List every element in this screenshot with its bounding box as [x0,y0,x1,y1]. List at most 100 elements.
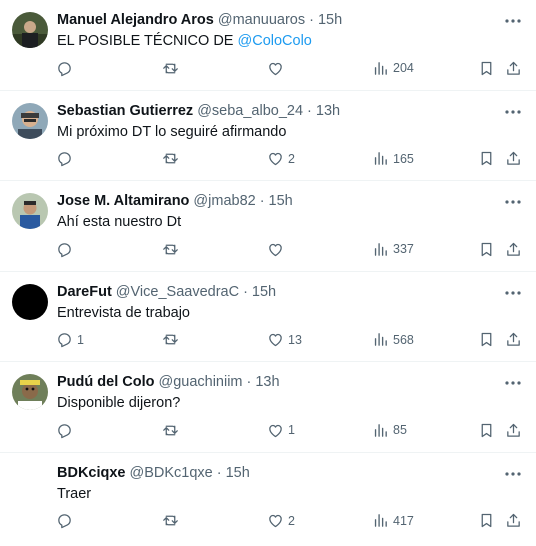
like-button[interactable] [267,239,288,259]
avatar[interactable] [12,374,48,410]
bookmark-icon [481,242,492,256]
more-options-button[interactable] [504,284,522,302]
reply-button[interactable] [56,420,77,440]
tweet-text-body: Traer [57,485,92,502]
more-options-button[interactable] [504,193,522,211]
author-handle[interactable]: @Vice_SaavedraC [116,283,239,301]
tweet[interactable]: BDKciqxe @BDKc1qxe · 15h Traer 2 417 [0,453,536,544]
reply-button[interactable] [56,58,77,78]
more-options-button[interactable] [504,465,522,483]
views-button[interactable]: 568 [372,330,414,350]
author-name[interactable]: Manuel Alejandro Aros [57,11,214,29]
repost-button[interactable] [162,511,183,531]
reply-button[interactable] [56,149,77,169]
separator-dot: · [259,193,265,209]
bookmark-button[interactable] [478,511,495,531]
tweet[interactable]: DareFut @Vice_SaavedraC · 15h Entrevista… [0,272,536,362]
like-count: 13 [288,332,302,347]
more-icon [505,381,521,385]
reply-button[interactable] [56,239,77,259]
like-icon [269,62,282,75]
bookmark-button[interactable] [478,330,495,350]
avatar[interactable] [12,283,48,320]
bookmark-button[interactable] [478,239,495,259]
reply-icon [58,242,71,257]
tweet-feed: Manuel Alejandro Aros @manuuaros · 15h E… [0,0,536,546]
tweet[interactable]: Jose M. Altamirano @jmab82 · 15h Ahí est… [0,181,536,272]
reply-icon [58,333,71,348]
bookmark-button[interactable] [478,149,495,169]
tweet-text: Disponible dijeron? [57,394,522,413]
author-name[interactable]: Sebastian Gutierrez [57,102,193,120]
share-button[interactable] [505,58,522,78]
views-button[interactable]: 204 [372,58,414,78]
share-button[interactable] [505,149,522,169]
avatar[interactable] [12,193,48,229]
mention-link[interactable]: @ColoColo [238,33,312,49]
tweet[interactable]: Sebastian Gutierrez @seba_albo_24 · 13h … [0,91,536,181]
reply-icon [58,514,71,529]
share-button[interactable] [505,420,522,440]
view-count: 417 [393,513,414,528]
more-icon [505,471,521,476]
timestamp[interactable]: 15h [318,11,342,29]
views-button[interactable]: 337 [372,239,414,259]
repost-icon [163,244,178,254]
tweet-text: Traer [57,485,522,504]
avatar[interactable] [12,12,48,48]
like-button[interactable]: 13 [267,330,302,350]
repost-button[interactable] [162,149,183,169]
author-name[interactable]: Jose M. Altamirano [57,192,189,210]
author-name[interactable]: BDKciqxe [57,464,126,482]
more-icon [505,200,521,204]
share-icon [507,513,520,527]
like-count: 2 [288,513,295,528]
views-icon [374,152,387,165]
tweet[interactable]: Manuel Alejandro Aros @manuuaros · 15h E… [0,0,536,91]
like-button[interactable]: 2 [267,149,295,169]
repost-button[interactable] [162,58,183,78]
repost-button[interactable] [162,330,183,350]
author-handle[interactable]: @seba_albo_24 [197,102,303,120]
bookmark-button[interactable] [478,420,495,440]
share-button[interactable] [505,511,522,531]
repost-button[interactable] [162,239,183,259]
like-button[interactable]: 1 [267,420,295,440]
more-icon [505,290,521,295]
like-button[interactable] [267,58,288,78]
author-handle[interactable]: @BDKc1qxe [130,464,213,482]
views-button[interactable]: 165 [372,149,414,169]
timestamp[interactable]: 15h [226,464,250,482]
bookmark-button[interactable] [478,58,495,78]
more-options-button[interactable] [504,12,522,30]
author-handle[interactable]: @jmab82 [193,192,255,210]
bookmark-icon [481,151,492,166]
like-button[interactable]: 2 [267,511,295,531]
tweet-text-body: Disponible dijeron? [57,395,181,411]
timestamp[interactable]: 15h [252,283,276,301]
more-options-button[interactable] [504,374,522,392]
tweet-text-body: Entrevista de trabajo [57,304,190,321]
reply-button[interactable]: 1 [56,330,84,350]
tweet[interactable]: Pudú del Colo @guachiniim · 13h Disponib… [0,362,536,453]
author-name[interactable]: Pudú del Colo [57,373,154,391]
separator-dot: · [307,102,312,119]
repost-icon [163,334,178,345]
share-button[interactable] [505,239,522,259]
share-button[interactable] [505,330,522,350]
views-button[interactable]: 417 [372,511,414,531]
timestamp[interactable]: 13h [255,373,279,391]
timestamp[interactable]: 13h [316,102,340,120]
repost-button[interactable] [162,420,183,440]
timestamp[interactable]: 15h [269,192,293,210]
author-handle[interactable]: @manuuaros [218,11,305,29]
like-icon [269,333,282,347]
more-options-button[interactable] [504,103,522,121]
author-name[interactable]: DareFut [57,283,112,301]
view-count: 337 [393,242,414,256]
avatar[interactable] [12,102,48,139]
share-icon [507,423,520,437]
author-handle[interactable]: @guachiniim [158,373,242,391]
reply-button[interactable] [56,511,77,531]
views-button[interactable]: 85 [372,420,407,440]
